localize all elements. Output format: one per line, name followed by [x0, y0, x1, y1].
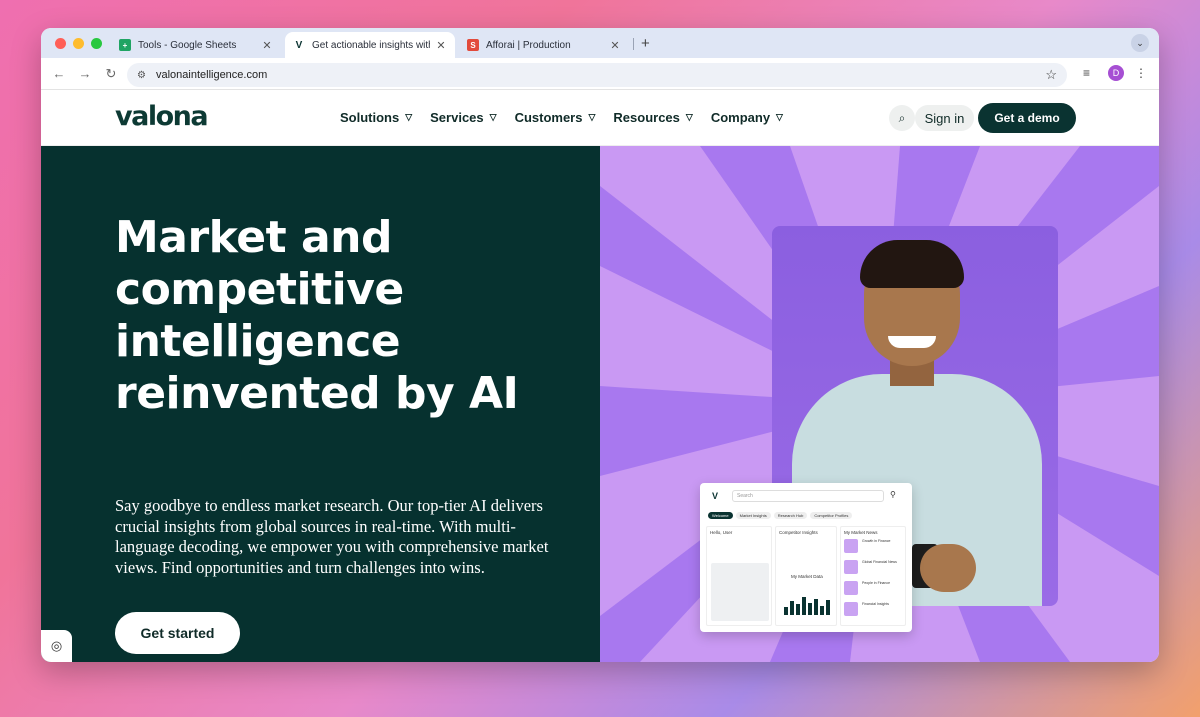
map-image — [711, 563, 769, 621]
close-window-button[interactable] — [55, 38, 66, 49]
afforai-icon: S — [467, 39, 479, 51]
nav-customers[interactable]: Customers ▽ — [515, 110, 596, 125]
reading-list-icon[interactable]: ≡ — [1083, 66, 1090, 80]
maximize-window-button[interactable] — [91, 38, 102, 49]
tab-title: Get actionable insights with V — [312, 39, 430, 51]
tab-title: Afforai | Production — [486, 39, 571, 51]
chip: Welcome — [708, 512, 733, 519]
site-header: valona Solutions ▽ Services ▽ Customers ▽ R… — [41, 91, 1159, 146]
hero-headline: Market and competitive intelligence rein… — [115, 212, 519, 419]
person-hair — [860, 240, 964, 288]
chart-title: My Market Data — [791, 574, 823, 579]
chevron-down-icon: ▽ — [685, 112, 693, 122]
back-icon[interactable]: ← — [51, 66, 67, 81]
dashboard-search: Search — [732, 490, 884, 502]
tab-strip: + Tools - Google Sheets ✕ V Get actionab… — [41, 28, 1159, 58]
sheets-icon: + — [119, 39, 131, 51]
hero-image-panel: V Search ⚲ Welcome Market Insights Resea… — [600, 146, 1159, 662]
dashboard-logo: V — [712, 491, 719, 501]
reload-icon[interactable]: ↻ — [103, 66, 119, 82]
chevron-down-icon: ▽ — [588, 112, 596, 122]
cookie-settings-icon[interactable]: ◎ — [41, 630, 72, 662]
valona-logo[interactable]: valona — [115, 101, 209, 132]
tab-valona[interactable]: V Get actionable insights with V ✕ — [285, 32, 455, 58]
bookmark-star-icon[interactable]: ☆ — [1045, 67, 1057, 83]
news-item: People in Finance — [862, 581, 891, 585]
dashboard-panel-hello: Hello, User — [706, 526, 772, 626]
hero-subtitle: Say goodbye to endless market research. … — [115, 496, 549, 577]
bar — [802, 597, 806, 615]
lightbulb-icon — [844, 602, 858, 616]
nav-label: Services — [430, 110, 484, 125]
nav-label: Resources — [613, 110, 680, 125]
news-item: Global Financial News — [862, 560, 897, 564]
chevron-down-icon: ▽ — [776, 112, 783, 122]
sign-in-button[interactable]: Sign in — [915, 105, 974, 131]
dashboard-chips: Welcome Market Insights Research Hub Com… — [708, 512, 853, 519]
mini-bar-chart — [784, 593, 830, 615]
tab-divider — [633, 38, 634, 50]
bar — [784, 607, 788, 615]
chip: Competitor Profiles — [810, 512, 853, 519]
nav-label: Solutions — [340, 110, 400, 125]
bar — [796, 604, 800, 615]
get-demo-button[interactable]: Get a demo — [978, 103, 1076, 133]
main-nav: Solutions ▽ Services ▽ Customers ▽ Resource… — [340, 110, 801, 125]
close-tab-icon[interactable]: ✕ — [261, 39, 273, 52]
dashboard-mockup: V Search ⚲ Welcome Market Insights Resea… — [700, 483, 912, 632]
nav-company[interactable]: Company ▽ — [711, 110, 783, 125]
chevron-down-icon: ▽ — [489, 112, 497, 122]
person-hand — [920, 544, 976, 592]
tab-afforai[interactable]: S Afforai | Production ✕ — [459, 32, 629, 58]
nav-label: Company — [710, 110, 771, 125]
browser-toolbar: ← → ↻ ⚙ valonaintelligence.com ☆ ≡ ⋮ — [41, 58, 1159, 90]
person-smile — [888, 336, 936, 348]
nav-label: Customers — [514, 110, 583, 125]
tab-title: Tools - Google Sheets — [138, 39, 237, 51]
menu-icon[interactable]: ⋮ — [1135, 66, 1147, 80]
get-started-button[interactable]: Get started — [115, 612, 240, 654]
news-item: Growth in Finance — [862, 539, 891, 543]
site-settings-icon[interactable]: ⚙ — [137, 70, 146, 81]
people-icon — [844, 581, 858, 595]
address-bar[interactable]: ⚙ valonaintelligence.com ☆ — [127, 63, 1067, 87]
nav-solutions[interactable]: Solutions ▽ — [340, 110, 412, 125]
bar — [808, 603, 812, 615]
nav-services[interactable]: Services ▽ — [430, 110, 496, 125]
browser-window: + Tools - Google Sheets ✕ V Get actionab… — [41, 28, 1159, 662]
search-icon[interactable]: ⌕ — [889, 105, 915, 131]
chevron-down-icon: ▽ — [405, 112, 413, 122]
chip: Research Hub — [773, 512, 808, 519]
close-tab-icon[interactable]: ✕ — [435, 39, 447, 52]
chip: Market Insights — [735, 512, 771, 519]
nav-resources[interactable]: Resources ▽ — [613, 110, 692, 125]
news-icon — [844, 539, 858, 553]
url-text: valonaintelligence.com — [155, 69, 268, 81]
tab-google-sheets[interactable]: + Tools - Google Sheets ✕ — [111, 32, 281, 58]
panel-title: Competitor Insights — [779, 530, 818, 535]
hero-text-panel: Market and competitive intelligence rein… — [41, 146, 600, 662]
new-tab-icon[interactable]: + — [641, 35, 650, 52]
minimize-window-button[interactable] — [73, 38, 84, 49]
bar — [814, 599, 818, 615]
bar — [820, 606, 824, 615]
forward-icon[interactable]: → — [77, 66, 93, 81]
profile-avatar[interactable]: D — [1108, 65, 1124, 81]
close-tab-icon[interactable]: ✕ — [609, 39, 621, 52]
window-controls — [55, 38, 102, 49]
tab-search-icon[interactable]: ⌄ — [1131, 34, 1149, 52]
news-item: Financial Insights — [862, 602, 890, 606]
bar — [826, 600, 830, 615]
globe-icon — [844, 560, 858, 574]
user-icon: ⚲ — [890, 490, 896, 499]
valona-icon: V — [293, 39, 305, 51]
panel-title: Hello, User — [710, 530, 733, 535]
bar — [790, 601, 794, 615]
